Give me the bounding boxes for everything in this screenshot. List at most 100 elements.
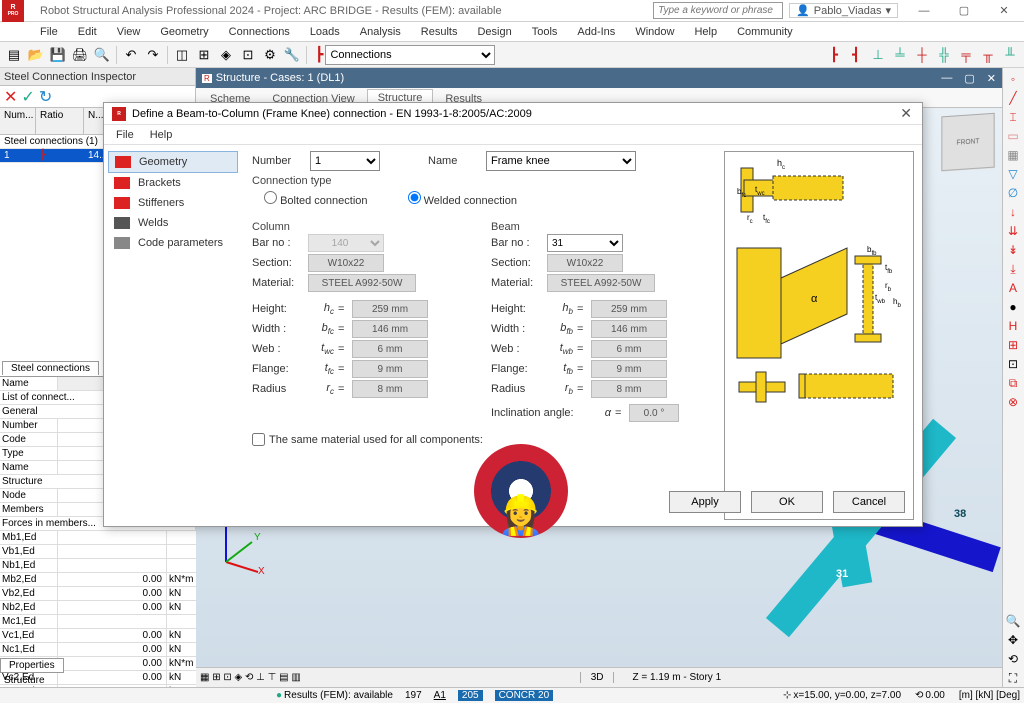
rtool-6[interactable]: ╬: [934, 45, 954, 65]
dialog-close-button[interactable]: ✕: [896, 105, 916, 122]
rtool-x1[interactable]: ⊗: [1003, 393, 1023, 411]
close-button[interactable]: ✕: [984, 0, 1024, 22]
rtool-4[interactable]: ╧: [890, 45, 910, 65]
delete-icon[interactable]: ✕: [4, 87, 17, 107]
maximize-button[interactable]: ▢: [944, 0, 984, 22]
tool-sel1[interactable]: ◫: [172, 45, 192, 65]
vp-min[interactable]: —: [935, 72, 958, 84]
table-row[interactable]: Vc1,Ed0.00kN: [0, 629, 196, 643]
rtool-release[interactable]: ∅: [1003, 184, 1023, 202]
rtool-2[interactable]: ┫: [846, 45, 866, 65]
rtool-mat[interactable]: ▦: [1003, 146, 1023, 164]
rtool-cb[interactable]: ⊡: [1003, 355, 1023, 373]
tool-sel2[interactable]: ⊞: [194, 45, 214, 65]
tool-sel3[interactable]: ◈: [216, 45, 236, 65]
menu-design[interactable]: Design: [467, 24, 521, 40]
menu-tools[interactable]: Tools: [522, 24, 568, 40]
nav-geometry[interactable]: Geometry: [108, 151, 238, 173]
menu-addins[interactable]: Add-Ins: [567, 24, 625, 40]
rtool-load4[interactable]: ⤓: [1003, 260, 1023, 278]
same-material-checkbox[interactable]: [252, 433, 265, 446]
cancel-button[interactable]: Cancel: [833, 491, 905, 513]
radio-welded[interactable]: Welded connection: [408, 191, 517, 207]
tool-preview[interactable]: 🔍: [92, 45, 112, 65]
tool-open[interactable]: 📂: [26, 45, 46, 65]
table-row[interactable]: Mc1,Ed: [0, 615, 196, 629]
number-combo[interactable]: 1: [310, 151, 380, 171]
table-row[interactable]: Vb1,Ed: [0, 545, 196, 559]
tool-print[interactable]: 🖨: [70, 45, 90, 65]
nav-welds[interactable]: Welds: [108, 213, 238, 233]
dialog-menu-help[interactable]: Help: [150, 129, 173, 141]
menu-geometry[interactable]: Geometry: [150, 24, 218, 40]
menu-help[interactable]: Help: [684, 24, 727, 40]
rtool-rot[interactable]: ⟲: [1003, 650, 1023, 668]
rtool-support[interactable]: ▽: [1003, 165, 1023, 183]
rtool-a[interactable]: A: [1003, 279, 1023, 297]
rtool-fit[interactable]: ⛶: [1003, 669, 1023, 687]
rtool-3[interactable]: ⊥: [868, 45, 888, 65]
tool-wrench[interactable]: 🔧: [282, 45, 302, 65]
rtool-pan[interactable]: ✥: [1003, 631, 1023, 649]
rtool-panel[interactable]: ▭: [1003, 127, 1023, 145]
rtool-5[interactable]: ┼: [912, 45, 932, 65]
rtool-7[interactable]: ╤: [956, 45, 976, 65]
table-row[interactable]: Vb2,Ed0.00kN: [0, 587, 196, 601]
rtool-9[interactable]: ╨: [1000, 45, 1020, 65]
table-row[interactable]: Nb2,Ed0.00kN: [0, 601, 196, 615]
apply-button[interactable]: Apply: [669, 491, 741, 513]
table-row[interactable]: Nb1,Ed: [0, 559, 196, 573]
menu-connections[interactable]: Connections: [219, 24, 300, 40]
rtool-fe[interactable]: H: [1003, 317, 1023, 335]
tool-new[interactable]: ▤: [4, 45, 24, 65]
rtool-attr[interactable]: ⊞: [1003, 336, 1023, 354]
refresh-icon[interactable]: ↻: [39, 87, 52, 107]
rtool-mass[interactable]: ●: [1003, 298, 1023, 316]
menu-view[interactable]: View: [107, 24, 151, 40]
tool-calc[interactable]: ⚙: [260, 45, 280, 65]
view-cube[interactable]: FRONT: [941, 113, 994, 171]
properties-tab[interactable]: Properties: [0, 658, 64, 673]
rtool-load3[interactable]: ↡: [1003, 241, 1023, 259]
menu-window[interactable]: Window: [625, 24, 684, 40]
insp-col-ratio[interactable]: Ratio: [36, 108, 84, 134]
rtool-bar[interactable]: ╱: [1003, 89, 1023, 107]
menu-edit[interactable]: Edit: [68, 24, 107, 40]
ok-button[interactable]: OK: [751, 491, 823, 513]
rtool-section[interactable]: ⌶: [1003, 108, 1023, 126]
minimize-button[interactable]: —: [904, 0, 944, 22]
check-icon[interactable]: ✓: [21, 87, 34, 107]
name-combo[interactable]: Frame knee: [486, 151, 636, 171]
tool-sel4[interactable]: ⊡: [238, 45, 258, 65]
menu-results[interactable]: Results: [411, 24, 468, 40]
vp-nav-icons[interactable]: ▦ ⊞ ⊡ ◈ ⟲ ⊥ ⊤ ▤ ▥: [200, 672, 301, 683]
table-row[interactable]: Mb2,Ed0.00kN*m: [0, 573, 196, 587]
search-input[interactable]: [653, 2, 783, 19]
rtool-1[interactable]: ┣: [824, 45, 844, 65]
user-badge[interactable]: 👤 Pablo_Viadas ▾: [789, 3, 898, 18]
dialog-menu-file[interactable]: File: [116, 129, 134, 141]
steel-conn-tab[interactable]: Steel connections: [2, 361, 99, 375]
vp-max[interactable]: ▢: [958, 72, 980, 85]
nav-code[interactable]: Code parameters: [108, 233, 238, 253]
rtool-calc2[interactable]: ⧉: [1003, 374, 1023, 392]
nav-stiffeners[interactable]: Stiffeners: [108, 193, 238, 213]
tool-redo[interactable]: ↷: [143, 45, 163, 65]
menu-community[interactable]: Community: [727, 24, 803, 40]
rtool-8[interactable]: ╥: [978, 45, 998, 65]
tool-undo[interactable]: ↶: [121, 45, 141, 65]
tool-save[interactable]: 💾: [48, 45, 68, 65]
table-row[interactable]: Nc1,Ed0.00kN: [0, 643, 196, 657]
column-bar-combo[interactable]: 140: [308, 234, 384, 252]
rtool-load2[interactable]: ⇊: [1003, 222, 1023, 240]
rtool-node[interactable]: ◦: [1003, 70, 1023, 88]
menu-analysis[interactable]: Analysis: [350, 24, 411, 40]
vp-close[interactable]: ✕: [981, 72, 1002, 85]
insp-col-num[interactable]: Num...: [0, 108, 36, 134]
structure-tab-bottom[interactable]: Structure: [0, 674, 49, 687]
menu-file[interactable]: File: [30, 24, 68, 40]
table-row[interactable]: Mb1,Ed: [0, 531, 196, 545]
connections-combo[interactable]: Connections: [325, 45, 495, 65]
beam-bar-combo[interactable]: 31: [547, 234, 623, 252]
menu-loads[interactable]: Loads: [300, 24, 350, 40]
